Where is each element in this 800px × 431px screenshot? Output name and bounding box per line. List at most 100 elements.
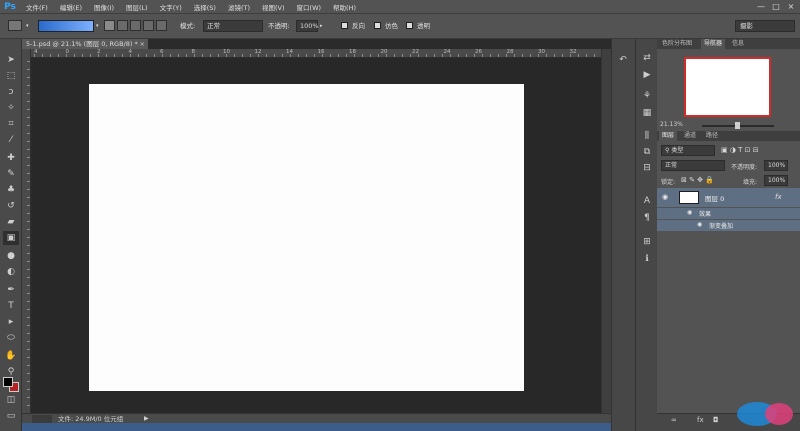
tab-channels[interactable]: 通道	[681, 131, 699, 141]
diamond-gradient-button[interactable]	[156, 20, 167, 31]
filter-icons[interactable]: ▣ ◑ T ⊡ ⊟	[721, 146, 759, 154]
path-select-tool-icon[interactable]: ▸	[3, 315, 19, 329]
visibility-eye-icon[interactable]: ◉	[662, 193, 668, 201]
workspace-select[interactable]: 摄影	[735, 20, 795, 32]
navigator-preview[interactable]	[684, 57, 771, 117]
pen-tool-icon[interactable]: ✒	[3, 283, 19, 297]
ruler-tick	[466, 54, 467, 57]
effect-eye-icon[interactable]: ◉	[697, 221, 702, 228]
layer-row[interactable]: ◉ 图层 0 fx	[657, 188, 800, 207]
menu-image[interactable]: 图像(I)	[88, 2, 120, 12]
character-panel-icon[interactable]: A	[640, 194, 654, 208]
3d-panel-icon[interactable]: ⊞	[640, 235, 654, 249]
reverse-checkbox[interactable]	[341, 22, 348, 29]
adjust-icon[interactable]: ⫼	[640, 129, 654, 143]
tab-histogram[interactable]: 色阶分布图	[659, 39, 695, 49]
play-icon[interactable]: ▶	[640, 68, 654, 82]
menu-filter[interactable]: 滤镜(T)	[222, 2, 256, 12]
gradient-tool-icon[interactable]: ▣	[3, 231, 19, 245]
hand-tool-icon[interactable]: ✋	[3, 349, 19, 363]
blur-tool-icon[interactable]: ●	[3, 249, 19, 263]
foreground-color-swatch[interactable]	[3, 377, 13, 387]
minimize-button[interactable]: —	[754, 0, 768, 13]
menu-view[interactable]: 视图(V)	[256, 2, 291, 12]
navigator-zoom-value[interactable]: 21.13%	[660, 121, 683, 128]
menu-edit[interactable]: 编辑(E)	[54, 2, 88, 12]
layer-opacity-field[interactable]: 100%	[764, 160, 788, 171]
preset-dropdown-icon[interactable]: ▾	[26, 20, 29, 32]
layer-filter-select[interactable]: ⚲ 类型	[661, 145, 715, 156]
link-layers-icon[interactable]: ∞	[671, 416, 677, 424]
menu-type[interactable]: 文字(Y)	[154, 2, 188, 12]
fill-field[interactable]: 100%	[764, 175, 788, 186]
screen-mode-icon[interactable]: ▭	[3, 409, 19, 423]
ruler-tick	[458, 54, 459, 57]
opacity-field[interactable]: 100%	[296, 20, 319, 32]
effects-row[interactable]: ◉ 效果	[657, 208, 800, 219]
healing-brush-tool-icon[interactable]: ✚	[3, 151, 19, 165]
eraser-tool-icon[interactable]: ▰	[3, 215, 19, 229]
menu-select[interactable]: 选择(S)	[188, 2, 222, 12]
effect-item-row[interactable]: ◉ 渐变叠加	[657, 220, 800, 231]
dodge-tool-icon[interactable]: ◐	[3, 265, 19, 279]
menu-help[interactable]: 帮助(H)	[327, 2, 362, 12]
history-panel-icon[interactable]: ↶	[616, 53, 630, 67]
ruler-tick	[114, 54, 115, 57]
add-style-icon[interactable]: fx	[697, 416, 704, 424]
radial-gradient-button[interactable]	[117, 20, 128, 31]
menu-file[interactable]: 文件(F)	[20, 2, 54, 12]
gradient-overlay-label: 渐变叠加	[709, 223, 734, 230]
add-mask-icon[interactable]: ◘	[713, 416, 719, 424]
eyedropper-tool-icon[interactable]: ⁄	[3, 133, 19, 147]
ruler-tick	[27, 93, 30, 94]
clone-stamp-tool-icon[interactable]: ♣	[3, 183, 19, 197]
blend-mode-select[interactable]: 正常	[661, 160, 725, 171]
quick-mask-icon[interactable]: ◫	[3, 393, 19, 407]
quick-select-tool-icon[interactable]: ✧	[3, 101, 19, 115]
tab-info[interactable]: 信息	[729, 39, 747, 49]
mode-select[interactable]: 正常	[203, 20, 263, 32]
gradient-dropdown-icon[interactable]: ▾	[96, 20, 99, 32]
tab-paths[interactable]: 路径	[703, 131, 721, 141]
gradient-swatch[interactable]	[38, 20, 94, 32]
opacity-dropdown-icon[interactable]: ▸	[320, 20, 323, 32]
swatches-icon[interactable]: ⧉	[640, 145, 654, 159]
tool-preset-picker[interactable]	[8, 20, 22, 31]
zoom-level-field[interactable]	[32, 415, 52, 423]
paragraph-panel-icon[interactable]: ¶	[640, 211, 654, 225]
dither-checkbox[interactable]	[374, 22, 381, 29]
document-tab[interactable]: 5-1.psd @ 21.1% (图层 0, RGB/8) * ×	[22, 39, 148, 49]
linear-gradient-button[interactable]	[104, 20, 115, 31]
navigator-zoom-knob[interactable]	[735, 122, 740, 129]
menu-window[interactable]: 窗口(W)	[291, 2, 328, 12]
properties-icon[interactable]: ⊟	[640, 161, 654, 175]
brush-presets-icon[interactable]: ⚘	[640, 89, 654, 103]
transparency-checkbox[interactable]	[406, 22, 413, 29]
lock-icons[interactable]: ⊠ ✎ ✥ 🔒	[681, 176, 714, 184]
document-canvas[interactable]	[89, 84, 524, 391]
maximize-button[interactable]: □	[769, 0, 783, 13]
ruler-tick	[27, 333, 30, 334]
menu-layer[interactable]: 图层(L)	[120, 2, 154, 12]
actions-panel-icon[interactable]: ⇄	[640, 51, 654, 65]
tab-layers[interactable]: 图层	[659, 131, 678, 141]
history-brush-tool-icon[interactable]: ↺	[3, 199, 19, 213]
lasso-tool-icon[interactable]: ↄ	[3, 85, 19, 99]
layer-fx-icon[interactable]: fx	[775, 193, 782, 201]
clone-source-icon[interactable]: ▦	[640, 106, 654, 120]
brush-tool-icon[interactable]: ✎	[3, 167, 19, 181]
move-tool-icon[interactable]: ➤	[3, 53, 19, 67]
vertical-scrollbar[interactable]	[601, 49, 611, 413]
crop-tool-icon[interactable]: ⌗	[3, 117, 19, 131]
angle-gradient-button[interactable]	[130, 20, 141, 31]
info-panel-icon[interactable]: ℹ	[640, 252, 654, 266]
type-tool-icon[interactable]: T	[3, 299, 19, 313]
close-document-icon[interactable]: ×	[140, 39, 145, 49]
shape-tool-icon[interactable]: ⬭	[3, 331, 19, 345]
reflected-gradient-button[interactable]	[143, 20, 154, 31]
close-button[interactable]: ×	[784, 0, 798, 13]
tab-navigator[interactable]: 导航器	[701, 39, 726, 49]
marquee-tool-icon[interactable]: ⬚	[3, 69, 19, 83]
layer-name[interactable]: 图层 0	[705, 193, 724, 203]
effects-eye-icon[interactable]: ◉	[687, 209, 692, 216]
